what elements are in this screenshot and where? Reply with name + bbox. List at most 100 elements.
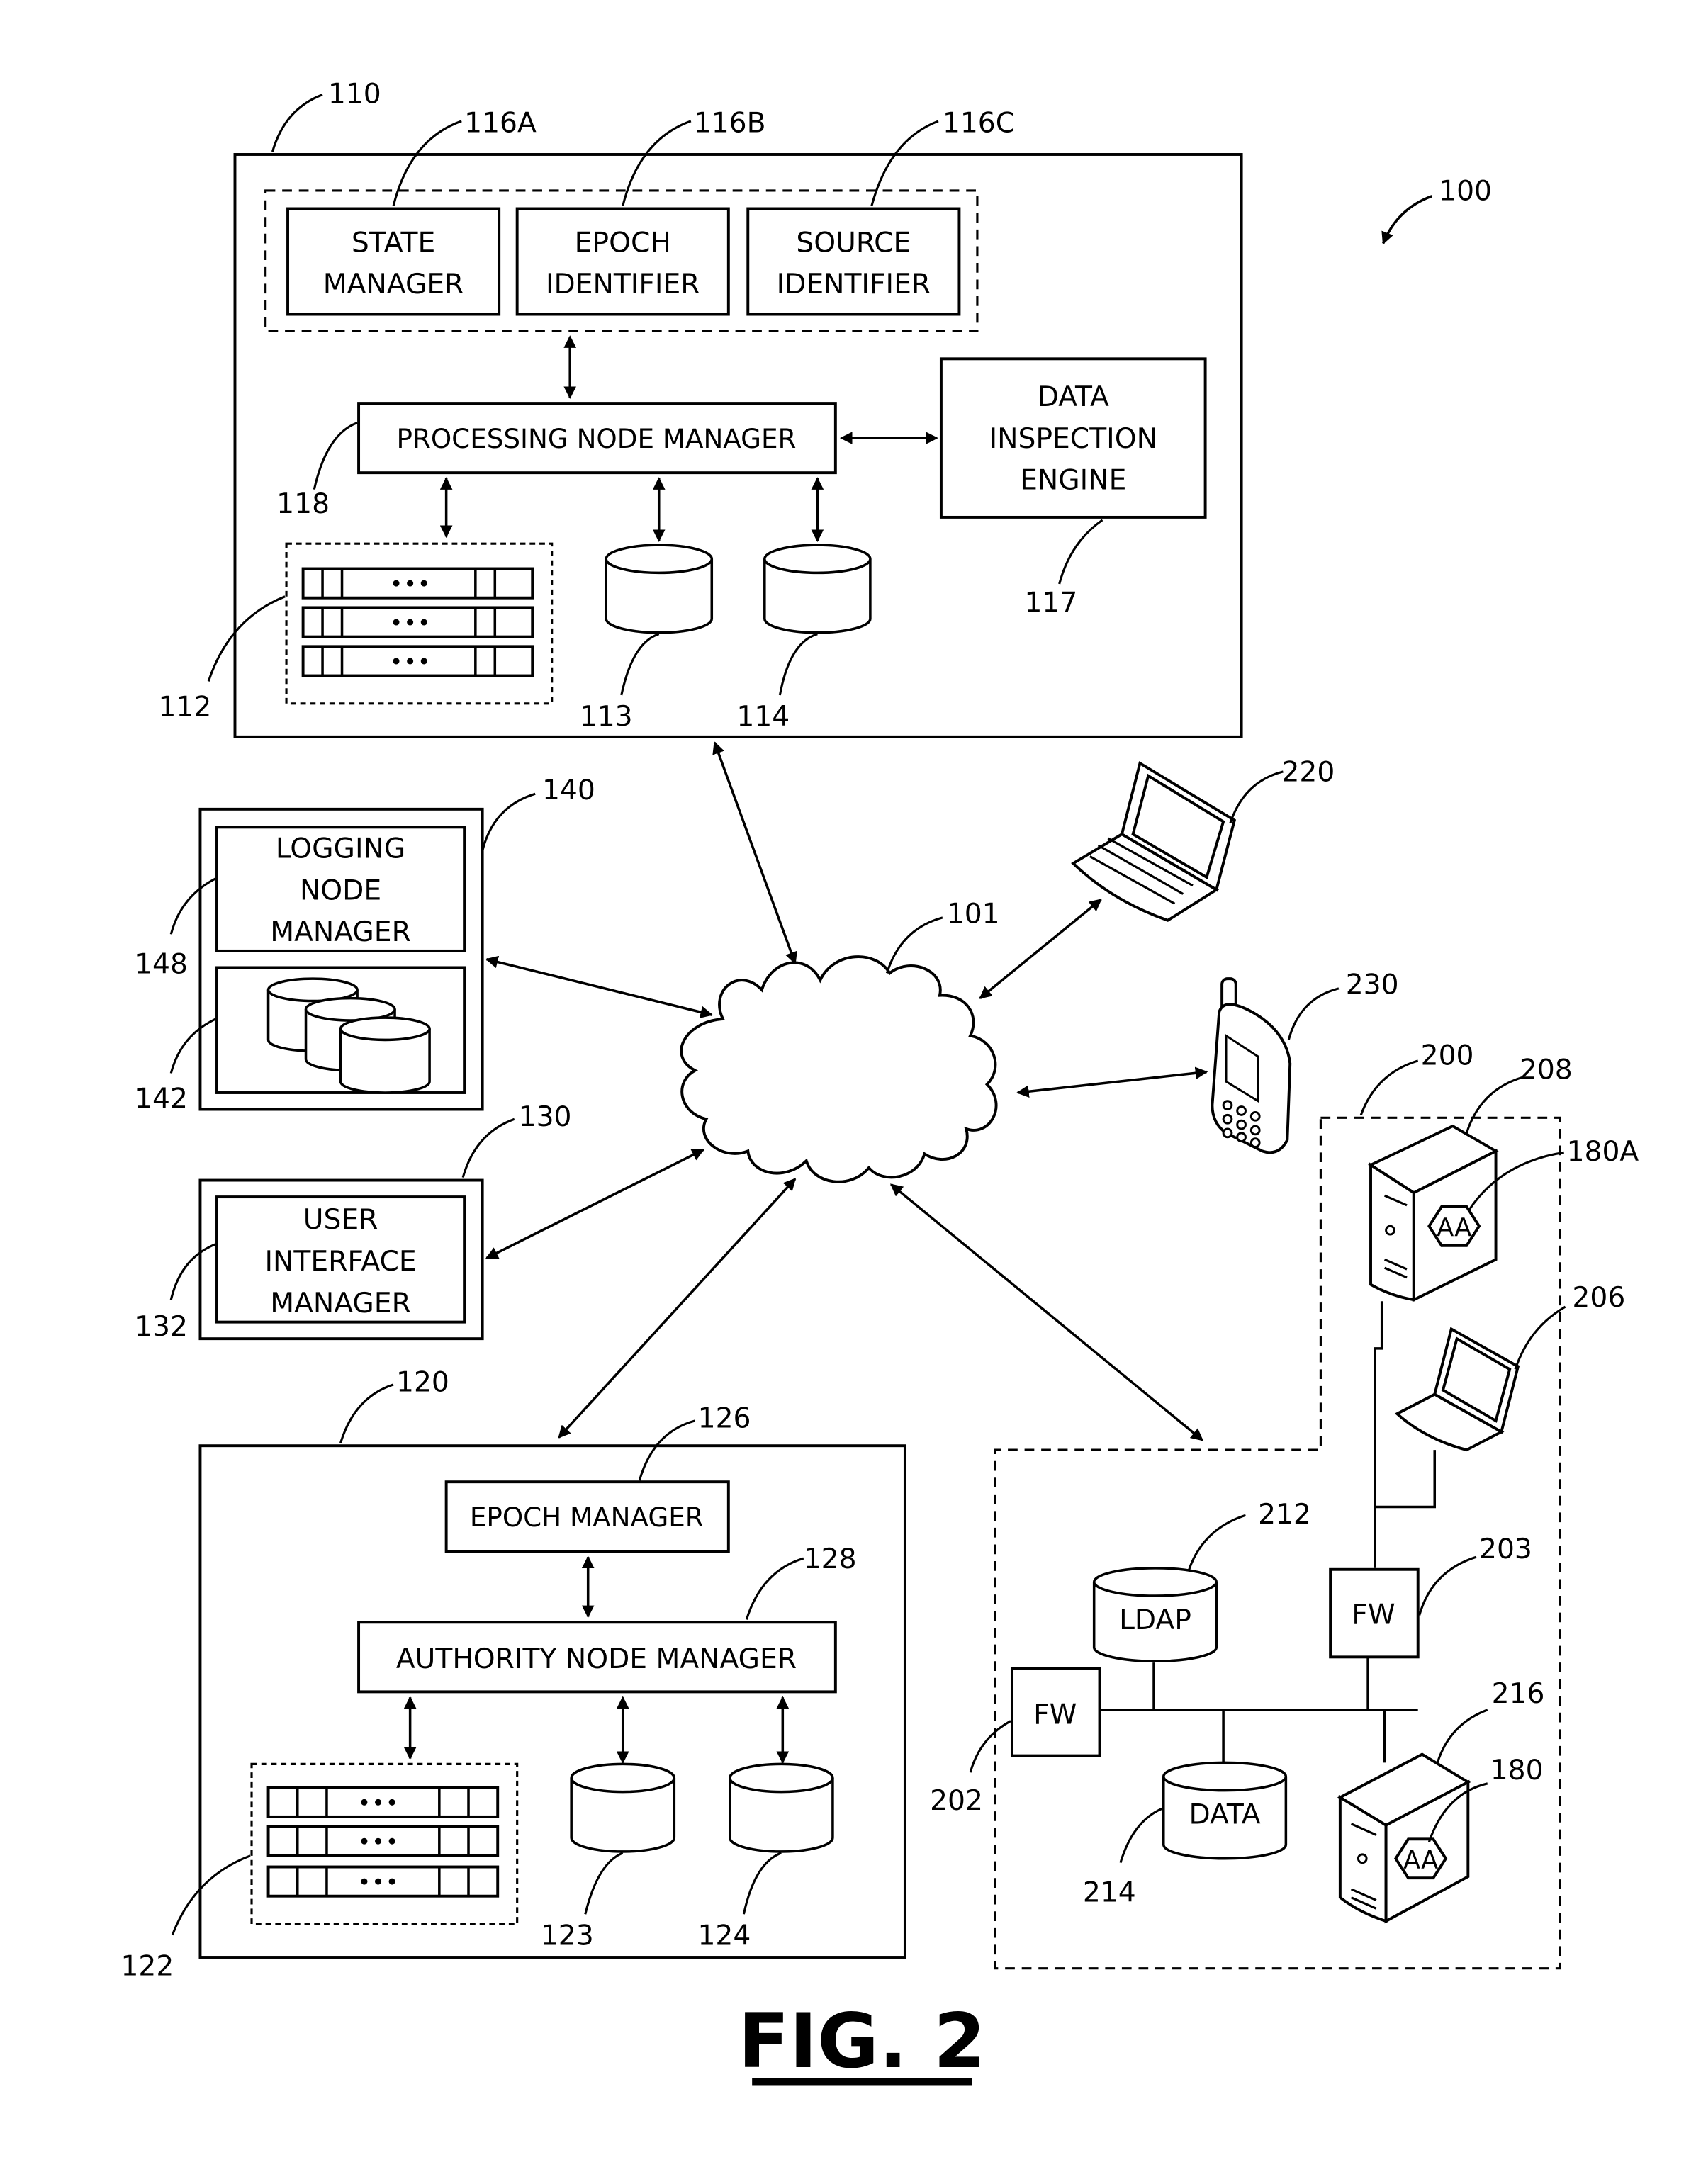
firewall-203[interactable]: FW <box>1329 1567 1420 1659</box>
arrow-authority-node-to-network <box>558 1178 797 1439</box>
ref-126: 126 <box>698 1403 751 1435</box>
processing-node: 110 STATE MANAGER 116A EPOCH IDENTIFIER … <box>158 78 1243 738</box>
ref-180a: 180A <box>1567 1136 1639 1168</box>
processing-node-manager-label: PROCESSING NODE MANAGER <box>397 423 797 454</box>
database-113 <box>605 544 714 634</box>
figure-title: FIG. 2 <box>738 1998 985 2085</box>
ref-203: 203 <box>1479 1533 1532 1565</box>
log-storage <box>215 966 466 1094</box>
epoch-identifier-label-1: EPOCH <box>575 227 671 259</box>
analytics-agent-180[interactable]: AA <box>1393 1837 1448 1880</box>
data-inspection-engine-label-1: DATA <box>1038 381 1109 413</box>
figure-caption: FIG. 2 <box>738 1998 986 2086</box>
arrow-logging-node-to-network <box>485 955 713 1018</box>
user-interface-manager[interactable]: USER INTERFACE MANAGER <box>215 1195 466 1324</box>
ref-130: 130 <box>519 1101 572 1133</box>
database-114 <box>763 544 872 634</box>
logging-node-manager-label-3: MANAGER <box>270 916 411 948</box>
ref-116a: 116A <box>464 108 537 140</box>
data-inspection-engine-label-2: INSPECTION <box>989 423 1157 455</box>
ref-200: 200 <box>1421 1040 1474 1072</box>
ref-116b: 116B <box>694 108 766 140</box>
ref-142: 142 <box>135 1083 188 1115</box>
data-store-214[interactable]: DATA <box>1162 1761 1288 1860</box>
ref-132: 132 <box>135 1311 188 1343</box>
state-manager-label-2: MANAGER <box>323 269 464 300</box>
leader-line-220 <box>1229 770 1284 823</box>
state-manager[interactable]: STATE MANAGER <box>286 207 501 316</box>
ref-114: 114 <box>736 701 790 733</box>
logging-node-manager-label-2: NODE <box>300 874 381 906</box>
authority-node-manager-label: AUTHORITY NODE MANAGER <box>396 1643 797 1675</box>
server-208[interactable]: AA <box>1367 1124 1499 1302</box>
ref-120: 120 <box>396 1367 449 1399</box>
ldap-label: LDAP <box>1119 1604 1191 1636</box>
rack-unit <box>301 645 534 677</box>
data-inspection-engine[interactable]: DATA INSPECTION ENGINE <box>939 357 1207 519</box>
firewall-202[interactable]: FW <box>1010 1667 1101 1757</box>
network-cloud: 101 <box>680 899 1000 1183</box>
server-tower-icon <box>1337 1752 1471 1924</box>
arrow-ui-node-to-network <box>485 1148 705 1259</box>
firewall-202-label: FW <box>1033 1699 1077 1730</box>
data-inspection-engine-label-3: ENGINE <box>1020 465 1126 497</box>
ref-113: 113 <box>580 701 633 733</box>
system-ref-label: 100 <box>1439 176 1492 208</box>
ref-112: 112 <box>158 691 211 723</box>
source-identifier-label-1: SOURCE <box>796 227 911 259</box>
ref-230: 230 <box>1346 969 1399 1001</box>
server-216[interactable]: AA <box>1337 1752 1471 1924</box>
mobile-phone-230[interactable] <box>1211 977 1292 1154</box>
log-database <box>339 1016 431 1094</box>
leader-line-110 <box>271 94 323 152</box>
logging-node-manager[interactable]: LOGGING NODE MANAGER <box>215 826 466 952</box>
ref-117: 117 <box>1024 587 1077 619</box>
database-123 <box>570 1762 676 1853</box>
arrow-network-to-phone <box>1016 1066 1208 1098</box>
epoch-manager[interactable]: EPOCH MANAGER <box>444 1480 730 1553</box>
user-interface-manager-label-3: MANAGER <box>270 1288 411 1319</box>
rack-unit <box>266 1825 500 1857</box>
ref-123: 123 <box>541 1920 594 1952</box>
user-interface-manager-label-2: INTERFACE <box>264 1246 416 1278</box>
source-identifier[interactable]: SOURCE IDENTIFIER <box>746 207 961 316</box>
wire-server-to-firewall <box>1374 1301 1383 1568</box>
rack-unit <box>301 606 534 638</box>
system-reference: 100 <box>1381 176 1492 245</box>
ref-214: 214 <box>1083 1877 1136 1909</box>
server-tower-icon <box>1367 1124 1499 1302</box>
laptop-icon <box>1071 761 1237 922</box>
ref-128: 128 <box>804 1543 857 1575</box>
leader-line-208 <box>1465 1076 1523 1134</box>
ref-208: 208 <box>1520 1054 1573 1086</box>
ldap-directory-212[interactable]: LDAP <box>1092 1567 1218 1662</box>
figure-title-underline <box>752 2078 972 2086</box>
ref-118: 118 <box>276 488 330 520</box>
enterprise-network: 200 AA 208 180A 206 FW 203 FW 202 LDAP 2… <box>930 1040 1639 1970</box>
wire-laptop-to-firewall <box>1374 1450 1437 1509</box>
ref-216: 216 <box>1492 1678 1545 1710</box>
leader-line-206 <box>1514 1305 1566 1370</box>
laptop-206[interactable] <box>1394 1327 1520 1452</box>
ref-220: 220 <box>1281 757 1335 789</box>
data-store-label: DATA <box>1189 1799 1261 1831</box>
epoch-identifier[interactable]: EPOCH IDENTIFIER <box>515 207 730 316</box>
ref-101: 101 <box>947 899 1000 930</box>
logging-node-manager-label-1: LOGGING <box>276 833 405 865</box>
laptop-220[interactable] <box>1071 761 1237 922</box>
authority-node: 120 EPOCH MANAGER 126 AUTHORITY NODE MAN… <box>120 1367 906 1983</box>
ref-202: 202 <box>930 1785 983 1817</box>
ref-180: 180 <box>1490 1755 1544 1786</box>
authority-node-manager[interactable]: AUTHORITY NODE MANAGER <box>357 1621 837 1694</box>
cloud-icon <box>680 955 998 1183</box>
leader-line-120 <box>339 1383 394 1443</box>
leader-line-203 <box>1418 1555 1477 1616</box>
ref-206: 206 <box>1572 1282 1625 1314</box>
analytics-agent-180a[interactable]: AA <box>1427 1205 1481 1247</box>
processing-node-manager[interactable]: PROCESSING NODE MANAGER <box>357 402 837 475</box>
state-manager-label-1: STATE <box>352 227 435 259</box>
system-diagram: 100 110 STATE MANAGER 116A EPOCH IDENTIF… <box>120 78 1639 2086</box>
ref-122: 122 <box>120 1951 174 1983</box>
arrow-network-to-enterprise <box>889 1183 1204 1441</box>
epoch-manager-label: EPOCH MANAGER <box>470 1502 704 1533</box>
